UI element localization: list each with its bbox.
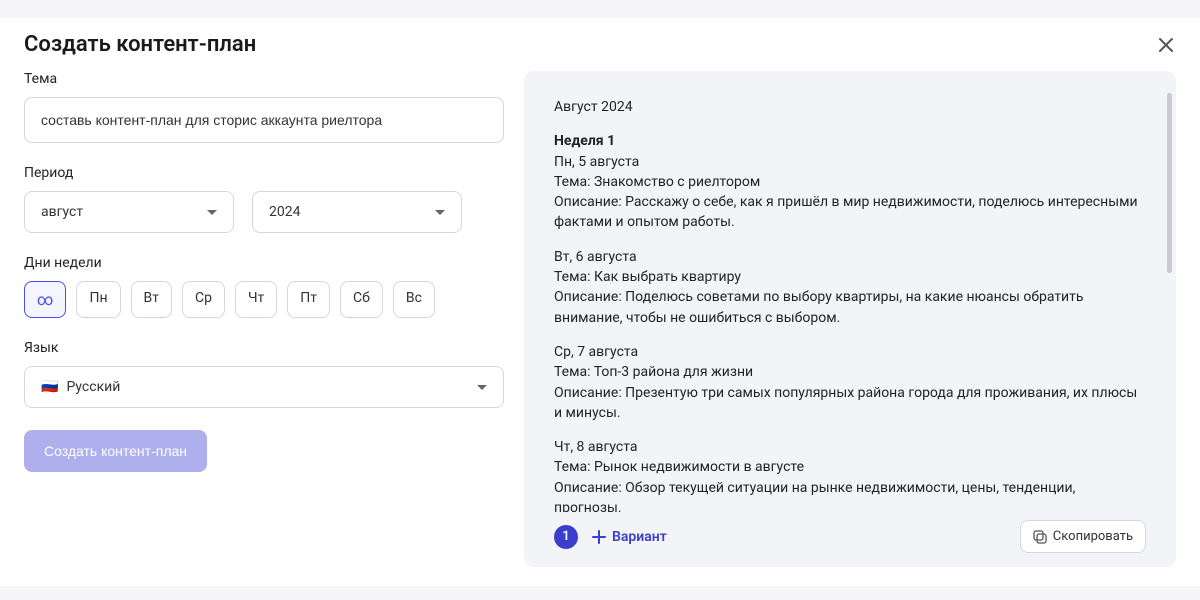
variant-badge[interactable]: 1 — [554, 525, 578, 549]
output-week-title: Неделя 1 — [554, 131, 1146, 151]
year-value: 2024 — [269, 204, 300, 220]
copy-icon — [1033, 530, 1047, 544]
day-chip-Ср[interactable]: Ср — [182, 281, 225, 318]
output-entry: Пн, 5 августаТема: Знакомство с риелторо… — [554, 152, 1146, 233]
day-chip-Сб[interactable]: Сб — [340, 281, 383, 318]
copy-label: Скопировать — [1053, 529, 1133, 544]
flag-icon: 🇷🇺 — [41, 379, 58, 395]
add-variant-label: Вариант — [612, 529, 667, 545]
chevron-down-icon — [207, 210, 217, 215]
day-chip-Вс[interactable]: Вс — [393, 281, 435, 318]
output-entry: Чт, 8 августаТема: Рынок недвижимости в … — [554, 437, 1146, 512]
day-chip-Пн[interactable]: Пн — [76, 281, 120, 318]
plus-icon — [592, 530, 606, 544]
month-value: август — [41, 204, 83, 220]
day-chip-all[interactable]: ∞ — [24, 281, 66, 318]
close-icon — [1158, 37, 1174, 53]
theme-input[interactable] — [24, 97, 504, 143]
close-button[interactable] — [1156, 35, 1176, 55]
theme-label: Тема — [24, 71, 504, 87]
period-label: Период — [24, 165, 504, 181]
day-chip-Чт[interactable]: Чт — [235, 281, 277, 318]
copy-button[interactable]: Скопировать — [1020, 520, 1146, 553]
scrollbar[interactable] — [1167, 93, 1172, 273]
chevron-down-icon — [477, 385, 487, 390]
output-entry: Вт, 6 августаТема: Как выбрать квартируО… — [554, 247, 1146, 328]
days-label: Дни недели — [24, 255, 504, 271]
chevron-down-icon — [435, 210, 445, 215]
output-month: Август 2024 — [554, 97, 1146, 117]
day-chip-Пт[interactable]: Пт — [287, 281, 330, 318]
year-select[interactable]: 2024 — [252, 191, 462, 233]
create-plan-button[interactable]: Создать контент-план — [24, 430, 207, 472]
language-label: Язык — [24, 340, 504, 356]
language-value: Русский — [66, 379, 120, 395]
month-select[interactable]: август — [24, 191, 234, 233]
add-variant-button[interactable]: Вариант — [592, 529, 667, 545]
page-title: Создать контент-план — [24, 32, 256, 57]
content-plan-panel: Создать контент-план Тема Период август … — [0, 18, 1200, 586]
form-column: Тема Период август 2024 Дни недел — [24, 71, 504, 567]
output-panel: Август 2024 Неделя 1 Пн, 5 августаТема: … — [524, 71, 1176, 567]
day-chip-Вт[interactable]: Вт — [131, 281, 172, 318]
output-entry: Ср, 7 августаТема: Топ-3 района для жизн… — [554, 342, 1146, 423]
language-select[interactable]: 🇷🇺 Русский — [24, 366, 504, 408]
